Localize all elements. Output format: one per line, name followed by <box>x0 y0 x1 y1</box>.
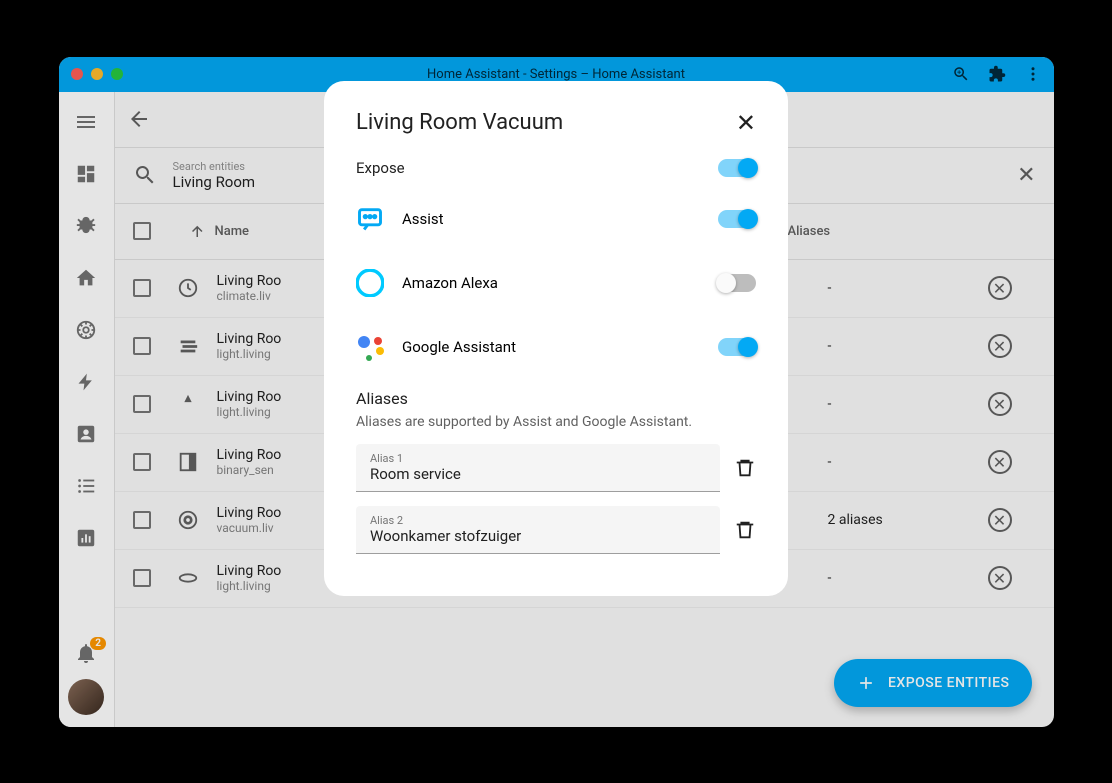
service-row: Assist <box>356 187 756 251</box>
alexa-icon <box>356 269 384 297</box>
alias-row: Alias 1 Room service <box>356 444 756 492</box>
google-icon <box>356 333 384 361</box>
app-window: Home Assistant - Settings – Home Assista… <box>59 57 1054 727</box>
alias-row: Alias 2 Woonkamer stofzuiger <box>356 506 756 554</box>
aliases-title: Aliases <box>356 389 756 408</box>
delete-alias-icon[interactable] <box>734 457 756 479</box>
modal-overlay[interactable]: Living Room Vacuum ✕ Expose Assist Amazo… <box>59 57 1054 727</box>
expose-label: Expose <box>356 159 405 177</box>
aliases-subtitle: Aliases are supported by Assist and Goog… <box>356 414 756 430</box>
dialog-close-icon[interactable]: ✕ <box>736 109 756 137</box>
dialog-title: Living Room Vacuum <box>356 110 563 135</box>
expose-toggle[interactable] <box>718 159 756 177</box>
expose-dialog: Living Room Vacuum ✕ Expose Assist Amazo… <box>324 81 788 596</box>
service-toggle[interactable] <box>718 210 756 228</box>
service-toggle[interactable] <box>718 274 756 292</box>
service-label: Google Assistant <box>402 338 700 356</box>
alias-input[interactable]: Alias 1 Room service <box>356 444 720 492</box>
alias-input[interactable]: Alias 2 Woonkamer stofzuiger <box>356 506 720 554</box>
service-toggle[interactable] <box>718 338 756 356</box>
service-label: Amazon Alexa <box>402 274 700 292</box>
delete-alias-icon[interactable] <box>734 519 756 541</box>
service-row: Google Assistant <box>356 315 756 379</box>
service-row: Amazon Alexa <box>356 251 756 315</box>
chat-icon <box>356 205 384 233</box>
service-label: Assist <box>402 210 700 228</box>
